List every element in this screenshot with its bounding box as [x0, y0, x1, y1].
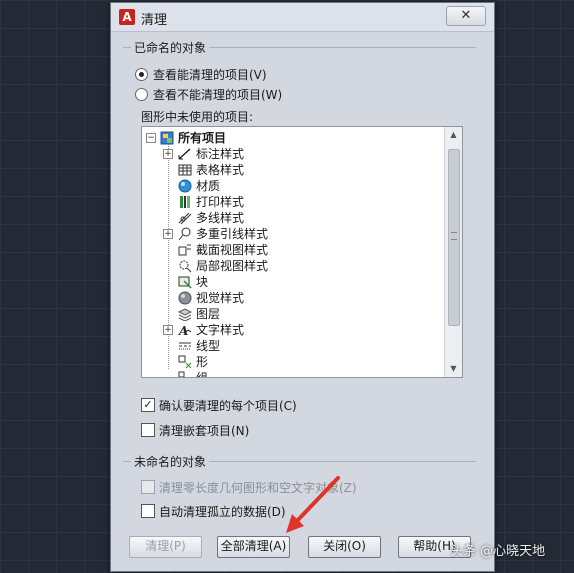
annotation-arrow-icon	[286, 476, 340, 533]
watermark: 头条 @心晓天地	[450, 544, 546, 559]
